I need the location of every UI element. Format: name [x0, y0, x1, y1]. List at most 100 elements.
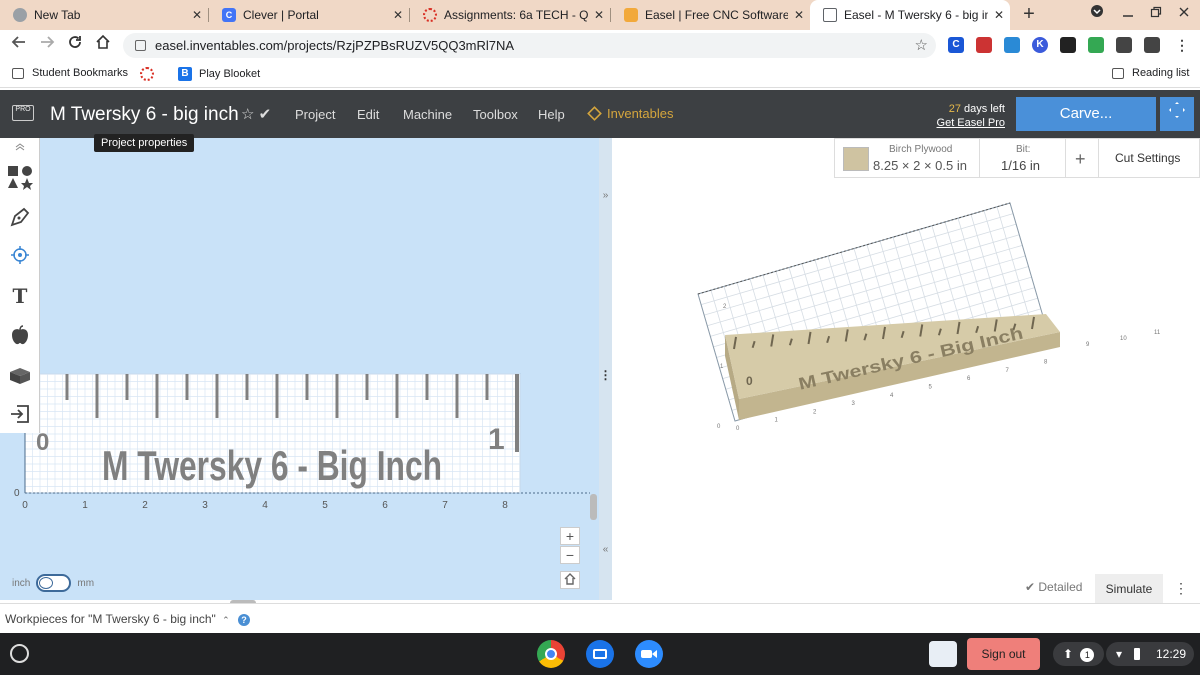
menu-edit[interactable]: Edit — [357, 107, 379, 122]
chrome-app-icon[interactable] — [537, 640, 565, 668]
reading-list-button[interactable]: Reading list — [1112, 67, 1189, 79]
profile-menu-icon[interactable] — [1090, 0, 1104, 30]
site-info-icon[interactable] — [135, 40, 146, 51]
window-close-icon[interactable] — [1178, 0, 1190, 30]
workpieces-label[interactable]: Workpieces for "M Twersky 6 - big inch" — [5, 612, 216, 626]
zoom-app-icon[interactable] — [635, 640, 663, 668]
address-bar[interactable]: easel.inventables.com/projects/RzjPZPBsR… — [123, 33, 936, 58]
more-options-icon[interactable]: ⋮ — [1174, 580, 1188, 597]
close-icon[interactable]: ✕ — [988, 8, 1010, 22]
project-title[interactable]: M Twersky 6 - big inch — [50, 104, 239, 126]
tab-clever-portal[interactable]: C Clever | Portal ✕ — [209, 0, 409, 30]
unit-toggle[interactable] — [36, 574, 72, 592]
ruler-tick-mark — [65, 374, 69, 400]
carve-button[interactable]: Carve... — [1016, 97, 1156, 131]
camera-app-icon[interactable] — [586, 640, 614, 668]
bookmark-star-icon[interactable]: ☆ — [915, 36, 928, 54]
tab-easel-project[interactable]: Easel - M Twersky 6 - big inch ✕ — [810, 0, 1010, 30]
preview-x-tick-label: 4 — [890, 393, 894, 399]
fullscreen-button[interactable] — [1160, 97, 1194, 131]
easel-pro-logo[interactable]: PRO — [12, 105, 34, 121]
close-icon[interactable]: ✕ — [186, 8, 208, 22]
material-name[interactable]: Birch Plywood — [889, 144, 952, 155]
design-svg: 0 1 M Twersky 6 - Big Inch 0 1 2 3 4 5 6 7 8 0 — [14, 373, 590, 511]
design-canvas[interactable]: 0 1 M Twersky 6 - Big Inch 0 1 2 3 4 5 6 7 8 0 — [0, 138, 599, 600]
x-axis-tick-label: 8 — [502, 500, 508, 511]
bookmarks-bar: Student Bookmarks B Play Blooket Reading… — [0, 60, 1200, 88]
menu-project[interactable]: Project — [295, 107, 335, 122]
tab-easel-free-cnc[interactable]: Easel | Free CNC Software | Inv ✕ — [611, 0, 810, 30]
zoom-in-button[interactable]: + — [560, 527, 580, 545]
bit-label: Bit: — [1016, 144, 1031, 155]
menu-toolbox[interactable]: Toolbox — [473, 107, 518, 122]
ruler-tick-mark — [185, 374, 189, 400]
notification-tray[interactable]: ⬆ 1 — [1053, 642, 1105, 666]
design-canvas-pane: 0 1 M Twersky 6 - Big Inch 0 1 2 3 4 5 6 7 8 0 T — [0, 138, 612, 600]
extension-icon[interactable] — [976, 37, 992, 53]
bit-value[interactable]: 1/16 in — [1001, 158, 1040, 173]
back-icon[interactable] — [8, 34, 30, 56]
zoom-out-button[interactable]: − — [560, 546, 580, 564]
get-easel-pro-link[interactable]: Get Easel Pro — [930, 116, 1005, 130]
grid-extension-icon[interactable] — [1116, 37, 1132, 53]
cut-settings-button[interactable]: Cut Settings — [1115, 151, 1180, 165]
new-tab-button[interactable]: + — [1018, 3, 1040, 25]
vertical-scrollbar[interactable] — [590, 494, 597, 520]
simulate-button[interactable]: Simulate — [1095, 574, 1163, 604]
chevron-up-icon[interactable]: ⌃ — [222, 615, 230, 625]
kami-extension-icon[interactable]: K — [1032, 37, 1048, 53]
launcher-icon[interactable] — [10, 644, 29, 663]
shapes-tool-icon[interactable] — [0, 158, 40, 196]
divider — [979, 139, 980, 177]
browser-toolbar: easel.inventables.com/projects/RzjPZPBsR… — [0, 30, 1200, 60]
parts-library-icon[interactable] — [0, 356, 40, 394]
material-swatch[interactable] — [843, 147, 869, 171]
google-drive-extension-icon[interactable] — [1088, 37, 1104, 53]
url-text[interactable]: easel.inventables.com/projects/RzjPZPBsR… — [155, 38, 514, 53]
help-icon[interactable]: ? — [238, 614, 251, 626]
clever-extension-icon[interactable]: C — [948, 37, 964, 53]
screen: New Tab ✕ C Clever | Portal ✕ Assignment… — [0, 0, 1200, 675]
virtual-desk-thumbnail[interactable] — [929, 641, 957, 667]
material-size[interactable]: 8.25 × 2 × 0.5 in — [873, 158, 967, 173]
3d-preview-pane[interactable]: M Twersky 6 - Big Inch 0 0 1 2 3 4 5 6 7 8 0 1 2 9 10 11 — [612, 138, 1200, 600]
restore-icon[interactable] — [1150, 0, 1162, 30]
cast-extension-icon[interactable] — [1060, 37, 1076, 53]
reset-view-button[interactable] — [560, 571, 580, 589]
pen-tool-icon[interactable] — [0, 198, 40, 236]
expand-right-icon[interactable]: » — [599, 190, 612, 201]
menu-machine[interactable]: Machine — [403, 107, 452, 122]
sign-out-button[interactable]: Sign out — [967, 638, 1040, 670]
bookmark-label: Play Blooket — [199, 68, 261, 80]
collapse-left-icon[interactable]: « — [599, 544, 612, 555]
browser-menu-icon[interactable]: ⋮ — [1174, 37, 1190, 53]
inventables-link[interactable]: Inventables — [587, 106, 674, 121]
tab-assignments[interactable]: Assignments: 6a TECH - Q1-Q ✕ — [410, 0, 610, 30]
text-tool-icon[interactable]: T — [0, 277, 40, 315]
workpieces-bar[interactable]: Workpieces for "M Twersky 6 - big inch" … — [0, 603, 1200, 633]
close-icon[interactable]: ✕ — [387, 8, 409, 22]
detailed-preview-toggle[interactable]: ✔ Detailed — [1025, 580, 1082, 594]
bookmark-play-blooket[interactable]: B Play Blooket — [178, 67, 260, 81]
screencast-extension-icon[interactable] — [1004, 37, 1020, 53]
forward-icon[interactable] — [36, 34, 58, 56]
import-icon[interactable] — [0, 395, 40, 433]
extensions-puzzle-icon[interactable] — [1144, 37, 1160, 53]
status-area[interactable]: ▾ 12:29 — [1106, 642, 1194, 666]
splitter-grip-icon[interactable]: ⋮ — [599, 368, 612, 382]
menu-help[interactable]: Help — [538, 107, 565, 122]
add-bit-button[interactable]: + — [1075, 149, 1086, 170]
apps-tool-apple-icon[interactable] — [0, 316, 40, 354]
minimize-icon[interactable] — [1122, 0, 1134, 30]
close-icon[interactable]: ✕ — [588, 8, 610, 22]
close-icon[interactable]: ✕ — [788, 8, 810, 22]
bookmark-loading[interactable] — [140, 67, 154, 81]
star-icon[interactable]: ☆ — [241, 106, 254, 123]
point-tool-icon[interactable] — [0, 236, 40, 274]
home-icon[interactable] — [92, 34, 114, 56]
tab-new-tab[interactable]: New Tab ✕ — [0, 0, 208, 30]
reload-icon[interactable] — [64, 34, 86, 56]
collapse-toolbar-icon[interactable] — [0, 138, 40, 156]
tool-sidebar: T — [0, 138, 40, 433]
bookmark-folder-student[interactable]: Student Bookmarks — [12, 67, 128, 79]
